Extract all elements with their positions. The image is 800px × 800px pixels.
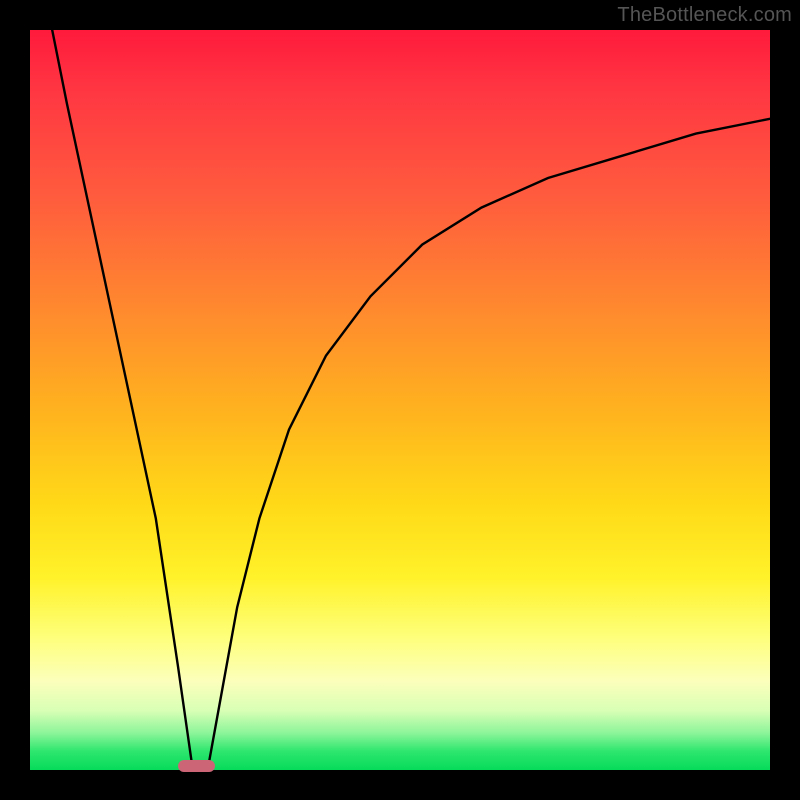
left-branch-curve [52,30,193,770]
bottleneck-marker [178,760,215,772]
chart-frame: TheBottleneck.com [0,0,800,800]
plot-area [30,30,770,770]
curve-layer [30,30,770,770]
watermark-text: TheBottleneck.com [617,4,792,27]
right-branch-curve [208,119,770,770]
